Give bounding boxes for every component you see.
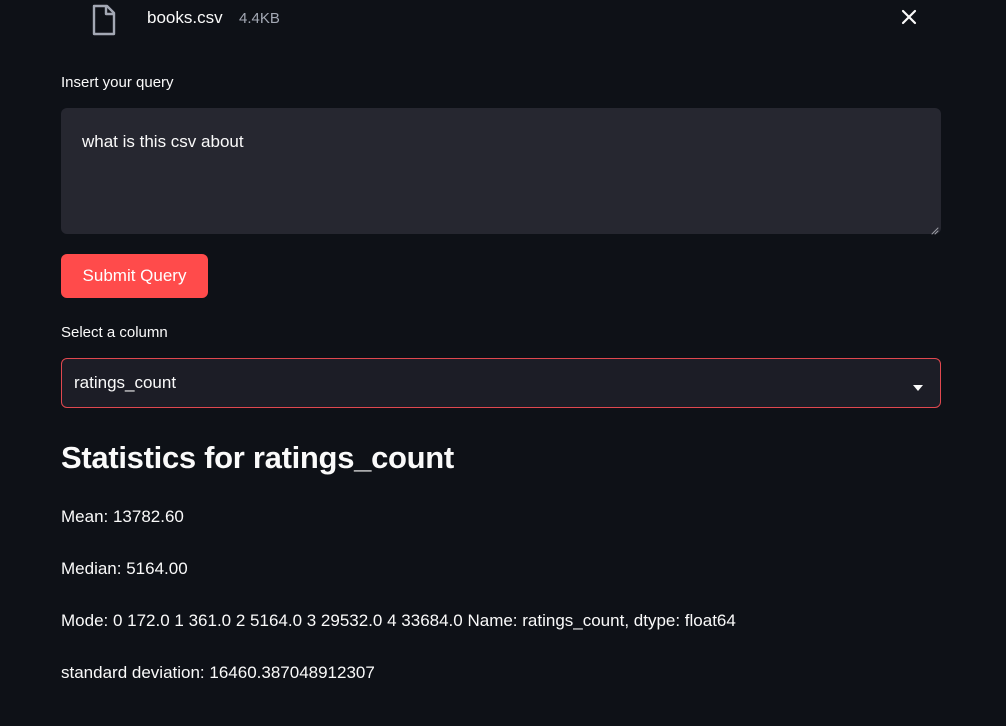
file-icon [90,4,118,36]
app-page: books.csv 4.4KB Insert your query what i… [0,0,1006,726]
stat-mode: Mode: 0 172.0 1 361.0 2 5164.0 3 29532.0… [61,611,736,630]
query-text: what is this csv about [82,132,244,151]
resize-handle-icon[interactable] [929,222,939,235]
chevron-down-icon [912,379,924,391]
column-select-value: ratings_count [74,373,177,392]
remove-file-button[interactable] [896,4,922,30]
query-label: Insert your query [61,74,174,91]
stat-median: Median: 5164.00 [61,559,188,578]
stat-standard-deviation: standard deviation: 16460.387048912307 [61,663,375,682]
file-size: 4.4KB [239,10,280,27]
column-select-label: Select a column [61,324,168,341]
file-name: books.csv [147,8,223,27]
statistics-heading: Statistics for ratings_count [61,440,454,475]
stat-mean: Mean: 13782.60 [61,507,184,526]
close-icon [901,9,917,25]
uploaded-file-row: books.csv 4.4KB [0,0,1006,40]
submit-query-button[interactable]: Submit Query [61,254,208,298]
column-select[interactable]: ratings_count [61,358,941,408]
query-textarea[interactable]: what is this csv about [61,108,941,235]
